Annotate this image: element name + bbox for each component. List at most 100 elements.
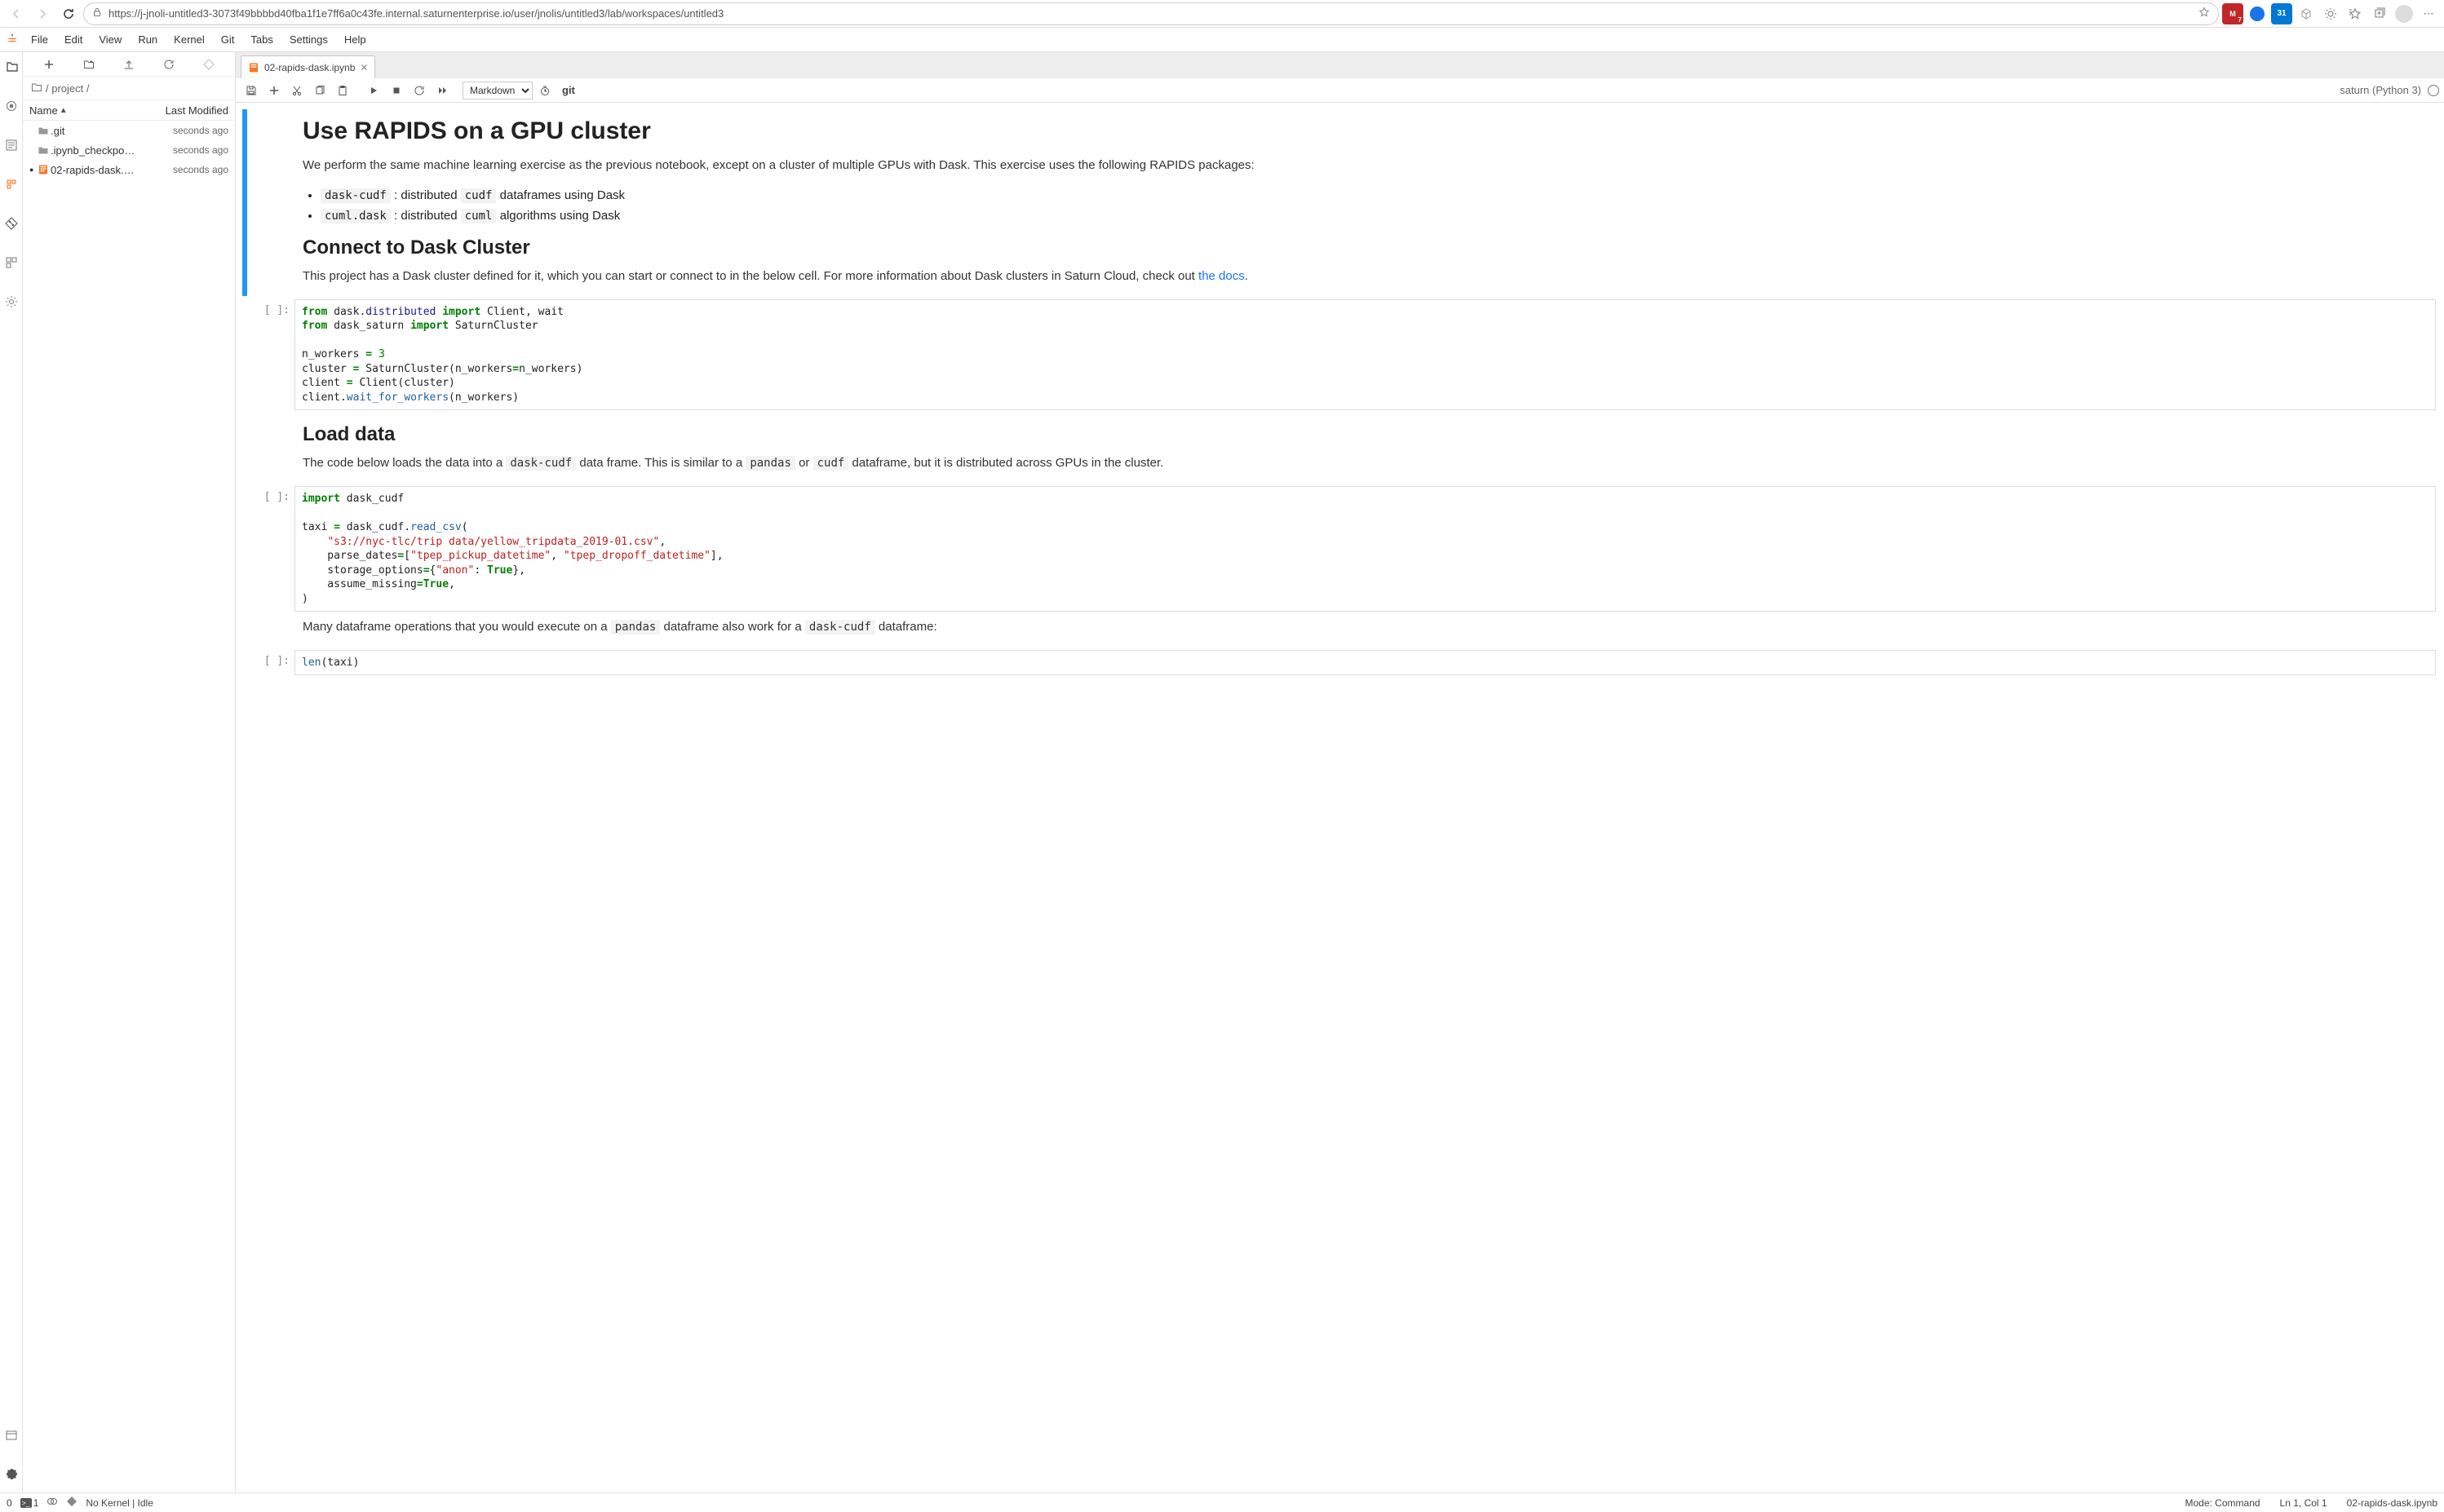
activity-git-icon[interactable] bbox=[0, 212, 23, 235]
kernel-indicator-icon[interactable] bbox=[2428, 85, 2439, 96]
code-cell[interactable]: [ ]: len(taxi) bbox=[242, 650, 2436, 676]
upload-button[interactable] bbox=[119, 55, 139, 74]
menu-tabs[interactable]: Tabs bbox=[242, 28, 281, 52]
notebook-icon bbox=[248, 62, 259, 73]
file-name: 02-rapids-dask.… bbox=[51, 164, 173, 176]
activity-filebrowser-icon[interactable] bbox=[0, 55, 23, 78]
status-bar: 0 >_ 1 No Kernel | Idle Mode: Command Ln… bbox=[0, 1492, 2444, 1512]
folder-icon bbox=[36, 144, 51, 156]
refresh-files-button[interactable] bbox=[159, 55, 179, 74]
list: dask-cudf : distributed cudf dataframes … bbox=[321, 185, 2436, 228]
profile-avatar[interactable] bbox=[2393, 3, 2415, 24]
restart-run-all-button[interactable] bbox=[432, 81, 453, 100]
status-file[interactable]: 02-rapids-dask.ipynb bbox=[2347, 1497, 2437, 1509]
status-git-icon[interactable] bbox=[66, 1496, 77, 1510]
tab-notebook[interactable]: 02-rapids-dask.ipynb ✕ bbox=[241, 55, 375, 78]
stop-button[interactable] bbox=[386, 81, 407, 100]
paste-button[interactable] bbox=[332, 81, 353, 100]
cut-button[interactable] bbox=[286, 81, 308, 100]
activity-dask-icon[interactable] bbox=[0, 173, 23, 196]
address-bar[interactable]: https://j-jnoli-untitled3-3073f49bbbbd40… bbox=[83, 2, 2219, 25]
activity-extensions-icon[interactable] bbox=[0, 251, 23, 274]
browser-toolbar: https://j-jnoli-untitled3-3073f49bbbbd40… bbox=[0, 0, 2444, 28]
file-browser: / project / Name▲ Last Modified .git sec… bbox=[23, 52, 236, 1492]
tab-bar: 02-rapids-dask.ipynb ✕ bbox=[236, 52, 2444, 78]
cell-type-select[interactable]: Markdown bbox=[463, 82, 533, 99]
status-kernels[interactable]: >_ 1 bbox=[20, 1497, 39, 1509]
status-kernel-text[interactable]: No Kernel | Idle bbox=[86, 1497, 153, 1509]
close-tab-icon[interactable]: ✕ bbox=[360, 62, 368, 73]
refresh-button[interactable] bbox=[57, 2, 80, 25]
extension-bluecircle-icon[interactable] bbox=[2247, 3, 2268, 24]
kernel-name[interactable]: saturn (Python 3) bbox=[2340, 84, 2421, 96]
url-text: https://j-jnoli-untitled3-3073f49bbbbd40… bbox=[108, 7, 2192, 20]
file-modified: seconds ago bbox=[173, 125, 228, 136]
timing-button[interactable] bbox=[534, 81, 556, 100]
folder-icon bbox=[31, 82, 42, 95]
activity-running-icon[interactable] bbox=[0, 95, 23, 117]
favorites-menu-icon[interactable] bbox=[2344, 3, 2366, 24]
more-menu-icon[interactable]: ⋯ bbox=[2418, 3, 2439, 24]
code-cell[interactable]: [ ]: import dask_cudf taxi = dask_cudf.r… bbox=[242, 486, 2436, 612]
breadcrumb[interactable]: / project / bbox=[23, 77, 235, 99]
notebook-content[interactable]: Use RAPIDS on a GPU cluster We perform t… bbox=[236, 103, 2444, 1492]
git-toggle-button[interactable] bbox=[199, 55, 219, 74]
heading-1: Use RAPIDS on a GPU cluster bbox=[303, 117, 2436, 145]
extension-notes-icon[interactable]: 31 bbox=[2271, 3, 2292, 24]
file-row[interactable]: .ipynb_checkpo… seconds ago bbox=[23, 140, 235, 160]
extension-puzzle-icon[interactable] bbox=[2320, 3, 2341, 24]
jupyter-logo-icon[interactable] bbox=[2, 29, 23, 51]
menu-settings[interactable]: Settings bbox=[281, 28, 336, 52]
file-modified: seconds ago bbox=[173, 164, 228, 175]
forward-button[interactable] bbox=[31, 2, 54, 25]
add-cell-button[interactable] bbox=[263, 81, 285, 100]
activity-puzzle-icon[interactable] bbox=[0, 1463, 23, 1486]
new-launcher-button[interactable] bbox=[39, 55, 59, 74]
paragraph: This project has a Dask cluster defined … bbox=[303, 267, 2436, 286]
jupyter-body: / project / Name▲ Last Modified .git sec… bbox=[0, 52, 2444, 1492]
menu-view[interactable]: View bbox=[91, 28, 130, 52]
header-name: Name bbox=[29, 104, 58, 117]
git-toolbar-label[interactable]: git bbox=[562, 84, 575, 96]
code-cell[interactable]: [ ]: from dask.distributed import Client… bbox=[242, 299, 2436, 411]
status-mode[interactable]: Mode: Command bbox=[2185, 1497, 2260, 1509]
file-row[interactable]: .git seconds ago bbox=[23, 121, 235, 140]
restart-button[interactable] bbox=[409, 81, 430, 100]
menu-edit[interactable]: Edit bbox=[56, 28, 91, 52]
menu-kernel[interactable]: Kernel bbox=[166, 28, 213, 52]
new-folder-button[interactable] bbox=[79, 55, 99, 74]
code-content[interactable]: len(taxi) bbox=[294, 650, 2436, 676]
status-terminals[interactable]: 0 bbox=[7, 1497, 12, 1509]
markdown-cell[interactable]: Load data The code below loads the data … bbox=[242, 413, 2436, 483]
dirty-dot-icon: ● bbox=[29, 166, 36, 174]
activity-settings-icon[interactable] bbox=[0, 290, 23, 313]
file-row[interactable]: ● 02-rapids-dask.… seconds ago bbox=[23, 160, 235, 179]
run-button[interactable] bbox=[363, 81, 384, 100]
status-lncol[interactable]: Ln 1, Col 1 bbox=[2280, 1497, 2327, 1509]
collections-icon[interactable] bbox=[2369, 3, 2390, 24]
copy-button[interactable] bbox=[309, 81, 330, 100]
save-button[interactable] bbox=[241, 81, 262, 100]
menu-git[interactable]: Git bbox=[213, 28, 243, 52]
markdown-cell[interactable]: Use RAPIDS on a GPU cluster We perform t… bbox=[242, 109, 2436, 296]
extension-cube-icon[interactable] bbox=[2296, 3, 2317, 24]
activity-tabs-icon[interactable] bbox=[0, 1424, 23, 1447]
code-content[interactable]: import dask_cudf taxi = dask_cudf.read_c… bbox=[294, 486, 2436, 612]
activity-toc-icon[interactable] bbox=[0, 134, 23, 157]
paragraph: The code below loads the data into a das… bbox=[303, 454, 2436, 473]
menu-run[interactable]: Run bbox=[130, 28, 166, 52]
extension-red-icon[interactable]: M7 bbox=[2222, 3, 2243, 24]
status-circles-icon[interactable] bbox=[46, 1496, 58, 1510]
menu-file[interactable]: File bbox=[23, 28, 56, 52]
list-item: dask-cudf : distributed cudf dataframes … bbox=[321, 185, 2436, 206]
tab-label: 02-rapids-dask.ipynb bbox=[264, 62, 355, 73]
menu-help[interactable]: Help bbox=[336, 28, 374, 52]
favorite-icon[interactable] bbox=[2198, 7, 2210, 20]
markdown-cell[interactable]: Many dataframe operations that you would… bbox=[242, 615, 2436, 647]
heading-2: Load data bbox=[303, 423, 2436, 446]
code-content[interactable]: from dask.distributed import Client, wai… bbox=[294, 299, 2436, 411]
notebook-icon bbox=[36, 164, 51, 175]
docs-link[interactable]: the docs bbox=[1198, 269, 1245, 283]
back-button[interactable] bbox=[5, 2, 28, 25]
file-list-header[interactable]: Name▲ Last Modified bbox=[23, 99, 235, 121]
